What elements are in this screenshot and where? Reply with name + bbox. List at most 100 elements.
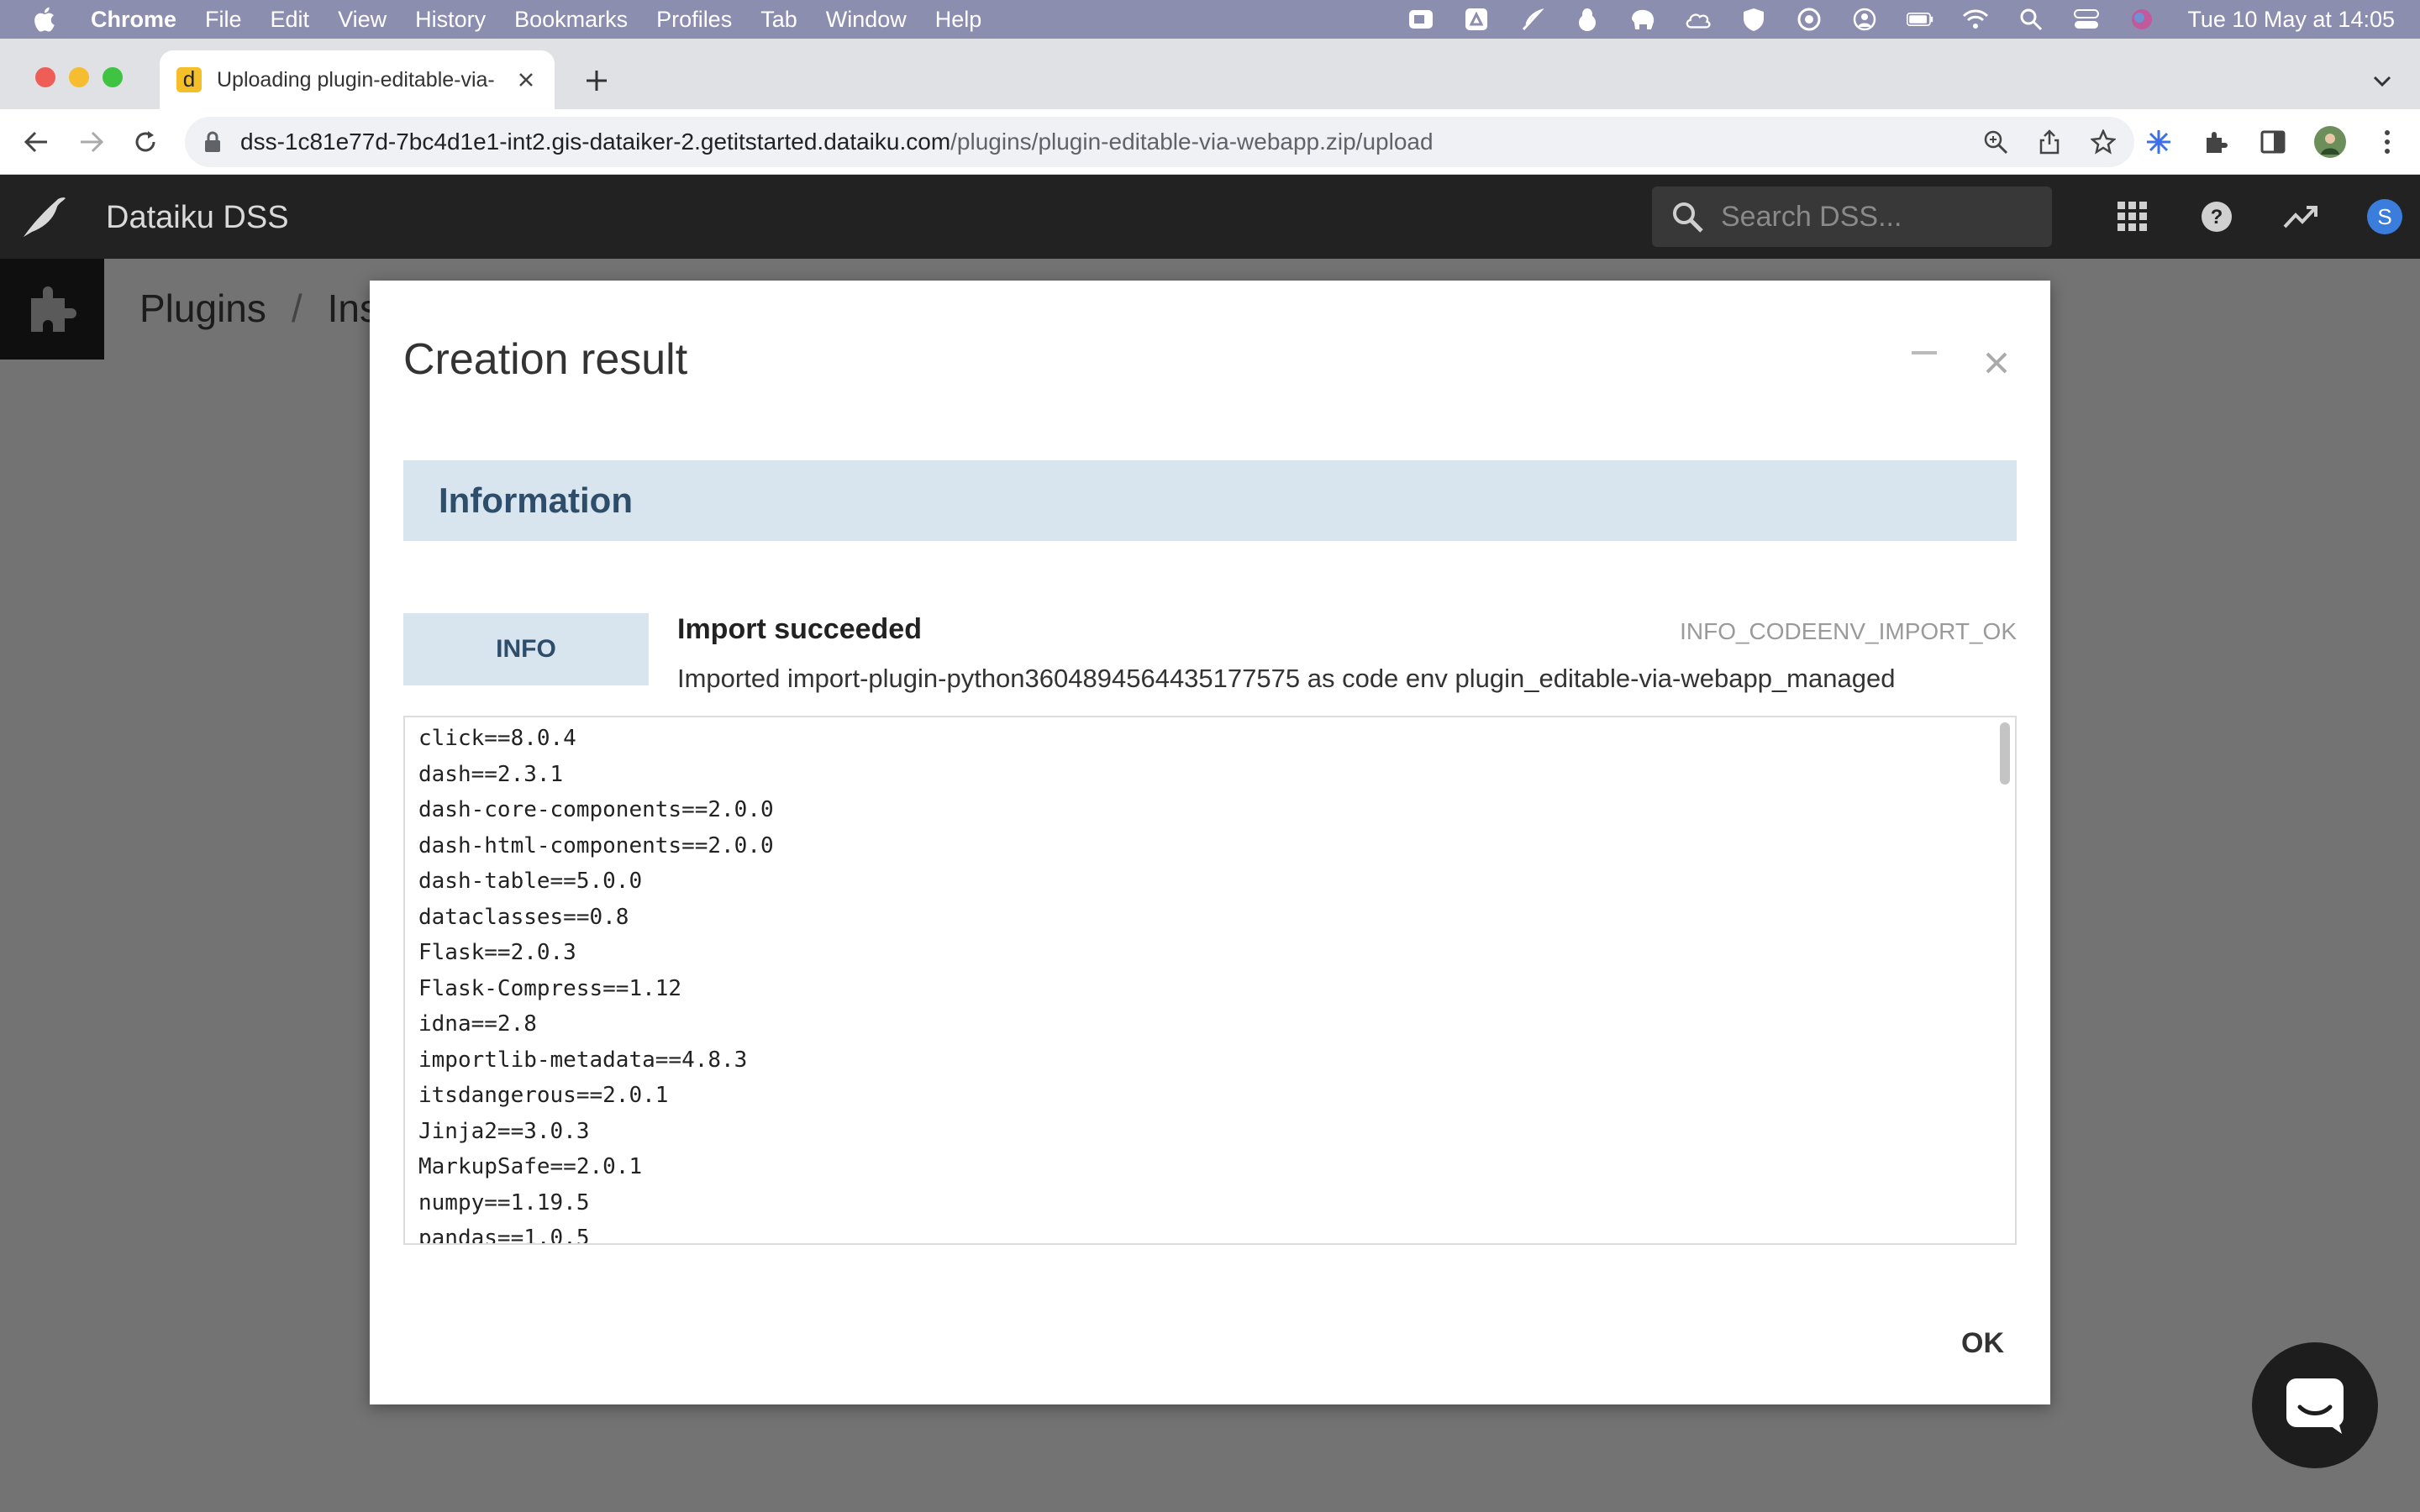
new-tab-plus-icon[interactable]: [580, 64, 613, 97]
elephant-icon[interactable]: [1629, 6, 1656, 33]
menu-view[interactable]: View: [338, 7, 387, 33]
dss-header: Dataiku DSS ? S: [0, 175, 2420, 259]
support-chat-button[interactable]: [2252, 1342, 2378, 1468]
requirement-line: MarkupSafe==2.0.1: [418, 1154, 643, 1179]
browser-tab-active[interactable]: d Uploading plugin-editable-via-: [160, 50, 555, 109]
creation-result-modal: Creation result Information INFO Import …: [370, 281, 2050, 1404]
menu-edit[interactable]: Edit: [271, 7, 310, 33]
browser-toolbar: dss-1c81e77d-7bc4d1e1-int2.gis-dataiker-…: [0, 109, 2420, 175]
breadcrumb-separator: /: [291, 286, 302, 330]
browser-tab-strip: d Uploading plugin-editable-via-: [0, 39, 2420, 109]
menu-file[interactable]: File: [205, 7, 242, 33]
user-circle-icon[interactable]: [1851, 6, 1878, 33]
forward-arrow-icon[interactable]: [76, 126, 108, 158]
minimize-icon[interactable]: [1912, 349, 1937, 356]
requirement-line: click==8.0.4: [418, 726, 576, 751]
cloud-icon[interactable]: [1685, 6, 1712, 33]
requirement-line: importlib-metadata==4.8.3: [418, 1047, 748, 1073]
menu-history[interactable]: History: [415, 7, 486, 33]
tab-close-icon[interactable]: [514, 68, 538, 92]
breadcrumb: Plugins / Ins: [139, 286, 379, 331]
bookmark-star-icon[interactable]: [2089, 128, 2118, 156]
requirement-line: itsdangerous==2.0.1: [418, 1083, 669, 1108]
at-icon[interactable]: [1796, 6, 1823, 33]
menu-app-name[interactable]: Chrome: [91, 7, 176, 33]
drive-icon[interactable]: [1463, 6, 1490, 33]
snowflake-extension-icon[interactable]: [2143, 126, 2175, 158]
menu-bookmarks[interactable]: Bookmarks: [514, 7, 628, 33]
information-section-header: Information: [403, 460, 2017, 541]
menu-help[interactable]: Help: [935, 7, 982, 33]
message-text: Imported import-plugin-python36048945644…: [677, 664, 1896, 693]
wifi-icon[interactable]: [1962, 6, 1989, 33]
omnibox-actions: [1956, 117, 2118, 167]
extension-toolbar: [2118, 109, 2403, 175]
share-icon[interactable]: [2035, 128, 2064, 156]
apple-icon[interactable]: [30, 4, 60, 34]
dataiku-bird-logo-icon[interactable]: [20, 195, 67, 239]
back-arrow-icon[interactable]: [20, 126, 52, 158]
plugins-puzzle-icon[interactable]: [0, 259, 104, 360]
requirement-line: numpy==1.19.5: [418, 1189, 590, 1215]
tab-search-chevron-icon[interactable]: [2370, 69, 2395, 94]
chat-icon: [2286, 1378, 2344, 1434]
requirement-line: dash-core-components==2.0.0: [418, 797, 774, 822]
macos-menu-bar: Chrome File Edit View History Bookmarks …: [0, 0, 2420, 39]
url-host: dss-1c81e77d-7bc4d1e1-int2.gis-dataiker-…: [240, 129, 951, 155]
user-avatar: S: [2367, 199, 2402, 234]
menu-profiles[interactable]: Profiles: [656, 7, 732, 33]
requirement-line: dataclasses==0.8: [418, 904, 629, 930]
close-icon[interactable]: [1985, 351, 2008, 375]
svg-text:?: ?: [2211, 206, 2223, 228]
spotlight-search-icon[interactable]: [2018, 6, 2044, 33]
pear-icon[interactable]: [1574, 6, 1601, 33]
control-center-icon[interactable]: [2073, 6, 2100, 33]
requirements-log[interactable]: click==8.0.4 dash==2.3.1 dash-core-compo…: [403, 716, 2017, 1245]
modal-title: Creation result: [403, 335, 688, 384]
requirement-line: dash-table==5.0.0: [418, 869, 643, 894]
requirement-line: dash==2.3.1: [418, 761, 564, 787]
breadcrumb-plugins[interactable]: Plugins: [139, 286, 266, 331]
requirement-line: dash-html-components==2.0.0: [418, 832, 774, 858]
help-icon[interactable]: ?: [2198, 198, 2235, 235]
requirement-line: Flask-Compress==1.12: [418, 975, 682, 1001]
apps-grid-icon[interactable]: [2114, 198, 2151, 235]
extensions-puzzle-icon[interactable]: [2200, 126, 2232, 158]
feather-icon[interactable]: [1518, 6, 1545, 33]
window-zoom-button[interactable]: [103, 67, 123, 87]
scrollbar-thumb[interactable]: [2000, 722, 2010, 785]
info-message-row: INFO Import succeeded INFO_CODEENV_IMPOR…: [403, 613, 2017, 696]
status-area: Tue 10 May at 14:05: [1379, 0, 2395, 39]
menu-window[interactable]: Window: [826, 7, 907, 33]
app-title[interactable]: Dataiku DSS: [106, 200, 289, 236]
side-panel-icon[interactable]: [2257, 126, 2289, 158]
siri-icon[interactable]: [2128, 6, 2155, 33]
dss-search-box[interactable]: [1652, 186, 2052, 247]
requirement-line: pandas==1.0.5: [418, 1226, 590, 1245]
search-input[interactable]: [1721, 200, 2040, 234]
reload-icon[interactable]: [129, 126, 161, 158]
battery-icon[interactable]: [1907, 6, 1933, 33]
user-menu[interactable]: S: [2366, 198, 2403, 235]
browser-menu-icon[interactable]: [2371, 126, 2403, 158]
ok-button[interactable]: OK: [1961, 1327, 2004, 1360]
menu-tab[interactable]: Tab: [760, 7, 797, 33]
menu-clock[interactable]: Tue 10 May at 14:05: [2187, 7, 2395, 33]
lock-icon[interactable]: [203, 131, 222, 153]
url-text[interactable]: dss-1c81e77d-7bc4d1e1-int2.gis-dataiker-…: [240, 129, 1434, 155]
window-close-button[interactable]: [35, 67, 55, 87]
requirement-line: idna==2.8: [418, 1011, 537, 1037]
zoom-icon[interactable]: [1981, 128, 2010, 156]
requirement-line: Flask==2.0.3: [418, 940, 576, 965]
profile-avatar[interactable]: [2314, 126, 2346, 158]
dataiku-favicon-icon: d: [176, 67, 202, 92]
requirement-line: Jinja2==3.0.3: [418, 1118, 590, 1144]
address-bar[interactable]: dss-1c81e77d-7bc4d1e1-int2.gis-dataiker-…: [185, 117, 2134, 167]
dss-header-actions: ? S: [2067, 175, 2403, 259]
message-code: INFO_CODEENV_IMPORT_OK: [1680, 618, 2017, 644]
video-icon[interactable]: [1407, 6, 1434, 33]
shield-icon[interactable]: [1740, 6, 1767, 33]
window-minimize-button[interactable]: [69, 67, 89, 87]
section-title: Information: [439, 480, 633, 520]
trending-icon[interactable]: [2282, 198, 2319, 235]
